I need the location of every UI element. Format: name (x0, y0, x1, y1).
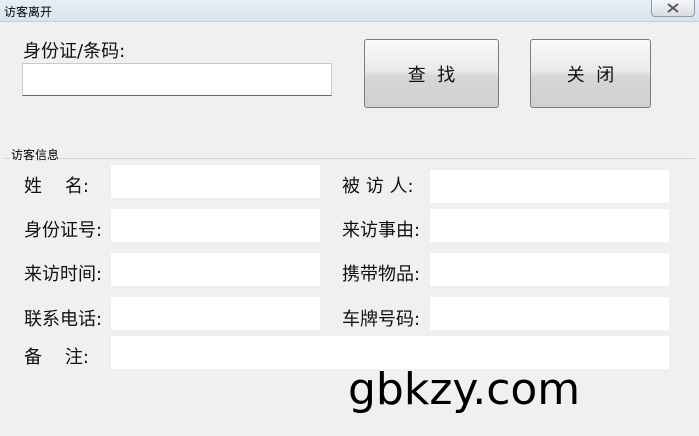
visit-reason-label: 来访事由: (342, 220, 421, 241)
phone-field[interactable] (111, 297, 320, 330)
watermark-text: gbkzy.com (348, 364, 581, 415)
find-button[interactable]: 查 找 (364, 39, 499, 108)
visitee-label: 被 访 人: (342, 176, 414, 197)
plate-number-field[interactable] (430, 297, 669, 330)
search-label: 身份证/条码: (23, 41, 126, 62)
close-button[interactable]: 关 闭 (530, 39, 651, 108)
visitee-field[interactable] (430, 170, 669, 203)
visit-time-field[interactable] (111, 253, 320, 286)
title-bar: 访客离开 (0, 0, 699, 22)
visit-time-label: 来访时间: (24, 264, 103, 285)
visitor-info-group-divider (4, 158, 695, 159)
plate-number-label: 车牌号码: (342, 309, 421, 330)
remark-label: 备 注: (24, 347, 89, 368)
window-title: 访客离开 (4, 5, 53, 19)
name-field[interactable] (111, 165, 320, 198)
carried-items-field[interactable] (430, 253, 669, 286)
id-number-label: 身份证号: (24, 220, 103, 241)
window-close-button[interactable] (651, 0, 695, 17)
id-number-field[interactable] (111, 209, 320, 242)
visit-reason-field[interactable] (430, 209, 669, 242)
visitor-info-group-title: 访客信息 (10, 146, 61, 163)
id-barcode-input[interactable] (22, 63, 332, 96)
phone-label: 联系电话: (24, 309, 103, 330)
name-label: 姓 名: (24, 176, 89, 197)
close-icon (667, 2, 679, 13)
carried-items-label: 携带物品: (342, 264, 421, 285)
